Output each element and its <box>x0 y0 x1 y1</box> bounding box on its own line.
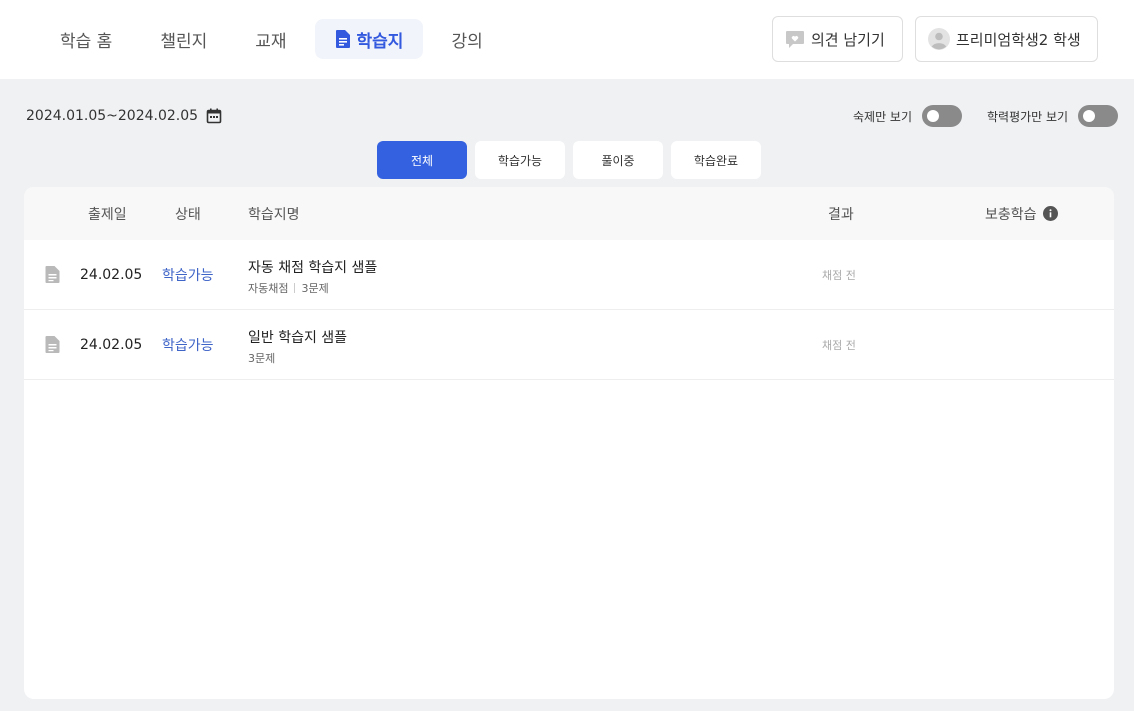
nav-item-lecture[interactable]: 강의 <box>431 19 502 59</box>
nav-item-label: 강의 <box>451 31 483 52</box>
document-icon <box>45 336 60 353</box>
meta-divider <box>294 283 296 293</box>
column-header-status: 상태 <box>175 206 201 223</box>
nav-item-study-home[interactable]: 학습 홈 <box>40 19 132 59</box>
calendar-icon[interactable] <box>206 108 222 124</box>
question-count: 3문제 <box>248 352 276 365</box>
worksheet-table: 출제일 상태 학습지명 결과 보충학습 24.02.05 학습가능 자동 채점 … <box>24 187 1114 699</box>
nav-item-label: 학습 홈 <box>60 31 113 52</box>
evaluation-only-label: 학력평가만 보기 <box>987 109 1069 124</box>
tab-all[interactable]: 전체 <box>377 141 467 179</box>
table-row[interactable]: 24.02.05 학습가능 자동 채점 학습지 샘플 자동채점 3문제 채점 전 <box>24 240 1114 310</box>
toggle-knob <box>927 110 940 122</box>
nav-item-label: 학습지 <box>356 31 404 52</box>
column-header-result: 결과 <box>828 206 854 223</box>
user-name: 프리미엄학생2 학생 <box>956 30 1081 49</box>
date-range-text: 2024.01.05~2024.02.05 <box>26 108 199 124</box>
homework-only-filter: 숙제만 보기 <box>853 104 963 128</box>
tab-in-progress[interactable]: 풀이중 <box>573 141 663 179</box>
heart-message-icon <box>785 30 805 49</box>
table-row[interactable]: 24.02.05 학습가능 일반 학습지 샘플 3문제 채점 전 <box>24 310 1114 380</box>
user-menu-button[interactable]: 프리미엄학생2 학생 <box>915 16 1098 62</box>
nav-item-label: 챌린지 <box>160 31 208 52</box>
tab-completed[interactable]: 학습완료 <box>671 141 761 179</box>
nav-item-challenge[interactable]: 챌린지 <box>140 19 227 59</box>
info-icon[interactable] <box>1042 206 1058 221</box>
nav-item-label: 교재 <box>255 31 287 52</box>
column-header-name: 학습지명 <box>248 206 300 223</box>
worksheet-meta: 자동채점 3문제 <box>248 280 329 296</box>
status-tabs: 전체 학습가능 풀이중 학습완료 <box>377 141 769 179</box>
column-header-supplementary: 보충학습 <box>985 187 1058 240</box>
nav-item-worksheet[interactable]: 학습지 <box>314 19 424 59</box>
tab-available[interactable]: 학습가능 <box>475 141 565 179</box>
date-range: 2024.01.05~2024.02.05 <box>26 106 222 126</box>
toggle-knob <box>1083 110 1096 122</box>
worksheet-title: 일반 학습지 샘플 <box>248 330 348 346</box>
result-text: 채점 전 <box>822 269 856 282</box>
grading-type: 자동채점 <box>248 282 289 295</box>
top-header: 학습 홈 챌린지 교재 학습지 강의 의견 남기기 프리미엄학생2 학생 <box>0 0 1134 79</box>
status-text: 학습가능 <box>162 268 214 284</box>
feedback-button[interactable]: 의견 남기기 <box>772 16 903 62</box>
feedback-label: 의견 남기기 <box>811 30 885 49</box>
column-header-date: 출제일 <box>88 206 127 223</box>
avatar-icon <box>928 28 950 50</box>
nav-item-textbook[interactable]: 교재 <box>235 19 306 59</box>
worksheet-meta: 3문제 <box>248 350 275 366</box>
homework-only-toggle[interactable] <box>922 105 963 127</box>
table-header: 출제일 상태 학습지명 결과 보충학습 <box>24 187 1114 240</box>
column-header-supplementary-label: 보충학습 <box>985 206 1037 223</box>
homework-only-label: 숙제만 보기 <box>853 109 913 124</box>
issue-date: 24.02.05 <box>80 337 143 353</box>
main-nav: 학습 홈 챌린지 교재 학습지 강의 <box>40 19 511 59</box>
evaluation-only-filter: 학력평가만 보기 <box>987 104 1119 128</box>
status-text: 학습가능 <box>162 338 214 354</box>
evaluation-only-toggle[interactable] <box>1078 105 1119 127</box>
document-icon <box>45 266 60 283</box>
result-text: 채점 전 <box>822 339 856 352</box>
issue-date: 24.02.05 <box>80 267 143 283</box>
worksheet-title: 자동 채점 학습지 샘플 <box>248 260 378 276</box>
question-count: 3문제 <box>301 282 329 295</box>
document-icon <box>335 30 351 48</box>
